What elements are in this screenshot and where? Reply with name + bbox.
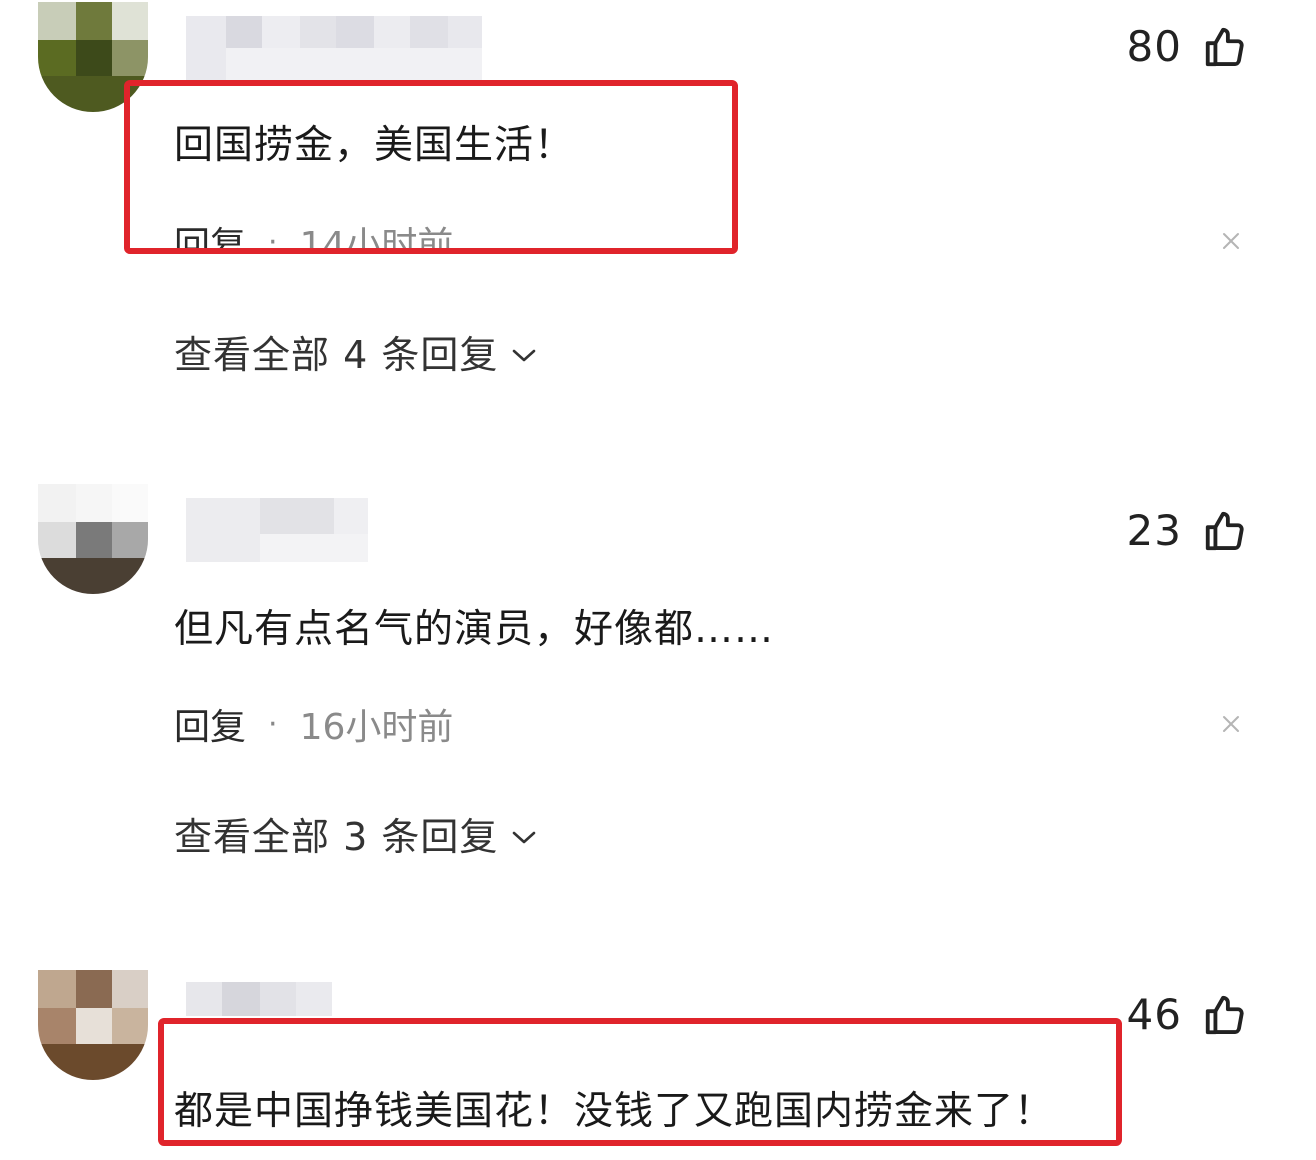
like-area[interactable]: 46 — [1127, 990, 1248, 1039]
like-count: 46 — [1126, 990, 1182, 1039]
avatar[interactable] — [38, 970, 148, 1080]
highlight-box — [158, 1018, 1122, 1146]
comment-item: 46 都是中国挣钱美国花！没钱了又跑国内捞金来了！ — [0, 0, 1316, 1160]
thumbs-up-icon[interactable] — [1202, 992, 1248, 1038]
